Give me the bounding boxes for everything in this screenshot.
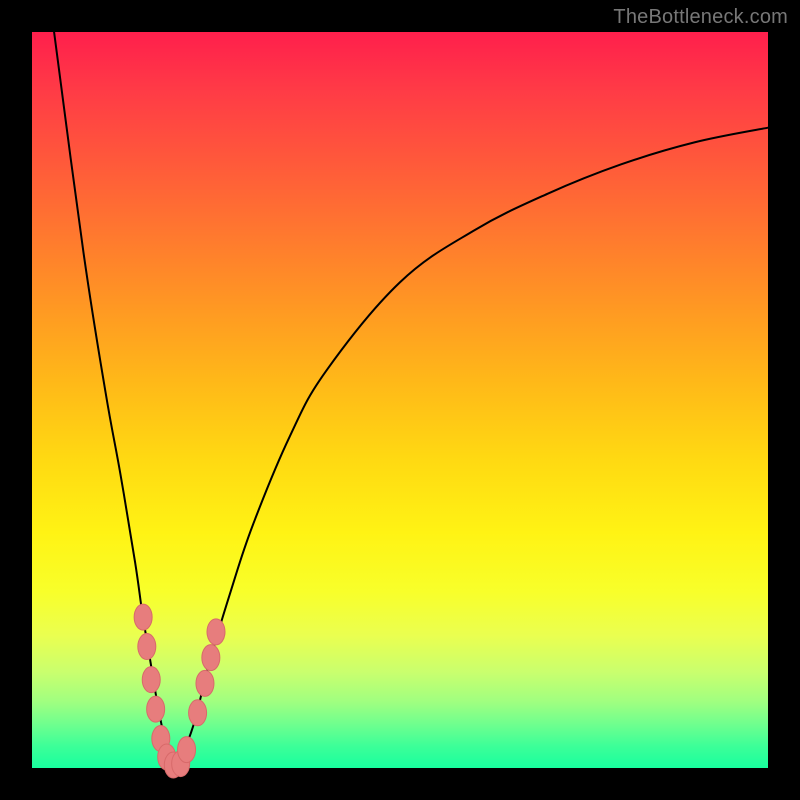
plot-area bbox=[32, 32, 768, 768]
data-marker bbox=[142, 667, 160, 693]
data-marker bbox=[189, 700, 207, 726]
watermark-text: TheBottleneck.com bbox=[613, 6, 788, 29]
chart-frame: TheBottleneck.com bbox=[0, 0, 800, 800]
data-marker bbox=[207, 619, 225, 645]
bottleneck-curve-left bbox=[54, 32, 172, 768]
bottleneck-curve-right bbox=[172, 128, 768, 768]
data-marker bbox=[134, 604, 152, 630]
data-marker bbox=[178, 737, 196, 763]
data-marker bbox=[196, 670, 214, 696]
data-marker bbox=[202, 645, 220, 671]
data-marker bbox=[138, 634, 156, 660]
curve-layer bbox=[32, 32, 768, 768]
marker-group bbox=[134, 604, 225, 778]
data-marker bbox=[147, 696, 165, 722]
